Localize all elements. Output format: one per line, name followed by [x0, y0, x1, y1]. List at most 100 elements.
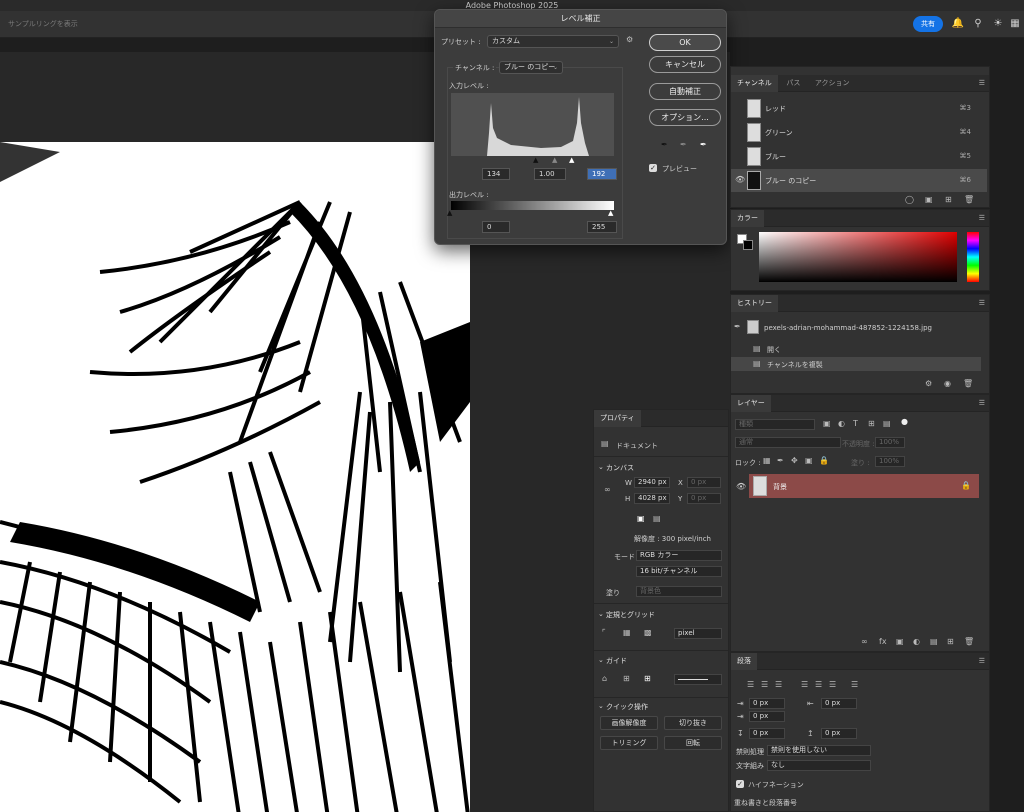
trash-icon[interactable]: 🗑 — [963, 379, 973, 388]
input-slider-track[interactable]: ▲ ▲ ▲ — [451, 156, 614, 164]
panel-menu-icon[interactable]: ☰ — [979, 79, 985, 87]
share-button[interactable]: 共有 — [913, 16, 943, 32]
hue-slider[interactable] — [967, 232, 979, 282]
channel-row-green[interactable]: グリーン ⌘4 — [731, 121, 987, 144]
hyphenation-checkbox[interactable]: ✓ — [736, 780, 744, 788]
input-black-field[interactable]: 134 — [482, 168, 510, 180]
output-white-slider[interactable]: ▲ — [608, 209, 613, 217]
input-black-slider[interactable]: ▲ — [533, 156, 538, 164]
gray-eyedropper-icon[interactable]: ✒ — [680, 140, 687, 149]
workspace-icon[interactable]: ▦ — [1008, 17, 1022, 31]
input-white-slider[interactable]: ▲ — [569, 156, 574, 164]
snapshot-name[interactable]: pexels-adrian-mohammad-487852-1224158.jp… — [764, 324, 932, 332]
panel-menu-icon[interactable]: ☰ — [979, 399, 985, 407]
filter-smart-icon[interactable]: ▤ — [883, 419, 891, 428]
channel-row-red[interactable]: レッド ⌘3 — [731, 97, 987, 120]
lock-position-icon[interactable]: ✥ — [791, 456, 798, 465]
rotate-button[interactable]: 回転 — [664, 736, 722, 750]
layer-filter-select[interactable]: 種類 — [735, 419, 815, 430]
ruler-chevron-icon[interactable]: ⌄ — [598, 610, 604, 618]
filter-toggle-icon[interactable]: ● — [901, 417, 908, 426]
x-field[interactable]: 0 px — [687, 477, 721, 488]
output-white-field[interactable]: 255 — [587, 221, 617, 233]
align-left-icon[interactable]: ☰ — [747, 680, 754, 689]
output-black-field[interactable]: 0 — [482, 221, 510, 233]
kinsoku-select[interactable]: 禁則を使用しない — [767, 745, 871, 756]
eye-icon[interactable]: 👁 — [736, 482, 746, 491]
channel-select[interactable]: ブルー のコピー ⌄ — [499, 61, 563, 74]
input-gamma-field[interactable]: 1.00 — [534, 168, 566, 180]
filter-shape-icon[interactable]: ⊞ — [868, 419, 875, 428]
input-white-field[interactable]: 192 — [587, 168, 617, 180]
bell-icon[interactable]: 🔔 — [951, 17, 965, 31]
guide-section-title[interactable]: ガイド — [606, 656, 627, 666]
channel-row-blue[interactable]: ブルー ⌘5 — [731, 145, 987, 168]
space-after-field[interactable]: 0 px — [821, 728, 857, 739]
link-icon[interactable]: ∞ — [604, 485, 611, 494]
canvas-section-title[interactable]: カンバス — [606, 463, 634, 473]
history-item-selected[interactable]: ▤ チャンネルを複製 — [731, 357, 981, 371]
auto-button[interactable]: 自動補正 — [649, 83, 721, 100]
layer-name[interactable]: 背景 — [773, 482, 787, 492]
fill-select[interactable]: 背景色 — [636, 586, 722, 597]
grid-icon[interactable]: ▦ — [623, 628, 631, 637]
preview-checkbox[interactable]: ✓ — [649, 164, 657, 172]
channel-row-blue-copy[interactable]: 👁 ブルー のコピー ⌘6 — [731, 169, 987, 192]
history-item[interactable]: ▤ 開く — [731, 342, 981, 356]
filter-type-icon[interactable]: T — [853, 419, 858, 428]
panel-menu-icon[interactable]: ☰ — [979, 214, 985, 222]
load-selection-icon[interactable]: ◯ — [905, 195, 914, 204]
ruler-section-title[interactable]: 定規とグリッド — [606, 610, 655, 620]
opacity-field[interactable]: 100% — [875, 437, 905, 448]
tab-color[interactable]: カラー — [731, 210, 764, 227]
indent-right-field[interactable]: 0 px — [821, 698, 857, 709]
pixel-grid-icon[interactable]: ▩ — [644, 628, 652, 637]
cancel-button[interactable]: キャンセル — [649, 56, 721, 73]
background-swatch[interactable] — [743, 240, 753, 250]
image-size-button[interactable]: 画像解像度 — [600, 716, 658, 730]
tab-actions[interactable]: アクション — [809, 75, 856, 92]
guide-new-icon[interactable]: ⊞ — [644, 674, 651, 683]
new-channel-icon[interactable]: ⊞ — [945, 195, 952, 204]
quick-chevron-icon[interactable]: ⌄ — [598, 702, 604, 710]
indent-left-field[interactable]: 0 px — [749, 698, 785, 709]
layer-row-background[interactable]: 背景 🔒 — [749, 474, 979, 498]
panel-menu-icon[interactable]: ☰ — [979, 657, 985, 665]
space-before-field[interactable]: 0 px — [749, 728, 785, 739]
trash-icon[interactable]: 🗑 — [964, 637, 974, 646]
align-center-icon[interactable]: ☰ — [761, 680, 768, 689]
eye-icon[interactable]: 👁 — [735, 175, 745, 184]
quick-section-title[interactable]: クイック操作 — [606, 702, 648, 712]
crop-button[interactable]: 切り抜き — [664, 716, 722, 730]
mode-select[interactable]: RGB カラー — [636, 550, 722, 561]
portrait-orientation-icon[interactable]: ▣ — [637, 514, 645, 523]
tab-paragraph[interactable]: 段落 — [731, 653, 757, 670]
white-eyedropper-icon[interactable]: ✒ — [700, 140, 707, 149]
options-hint[interactable]: サンプルリングを表示 — [8, 19, 78, 29]
fill-field[interactable]: 100% — [875, 456, 905, 467]
height-field[interactable]: 4028 px — [634, 493, 670, 504]
panel-menu-icon[interactable]: ☰ — [979, 299, 985, 307]
input-gamma-slider[interactable]: ▲ — [552, 156, 557, 164]
color-field[interactable] — [759, 232, 957, 282]
blend-mode-select[interactable]: 通常 — [735, 437, 841, 448]
camera-icon[interactable]: ◉ — [944, 379, 951, 388]
justify-all-icon[interactable]: ☰ — [851, 680, 858, 689]
canvas-chevron-icon[interactable]: ⌄ — [598, 463, 604, 471]
trim-button[interactable]: トリミング — [600, 736, 658, 750]
lock-transparency-icon[interactable]: ▦ — [763, 456, 771, 465]
output-black-slider[interactable]: ▲ — [447, 209, 452, 217]
black-eyedropper-icon[interactable]: ✒ — [661, 140, 668, 149]
width-field[interactable]: 2940 px — [634, 477, 670, 488]
lock-icon[interactable]: 🔒 — [961, 481, 971, 490]
link-layers-icon[interactable]: ∞ — [861, 637, 868, 646]
lock-pixels-icon[interactable]: ✒ — [777, 456, 784, 465]
align-right-icon[interactable]: ☰ — [775, 680, 782, 689]
levels-dialog[interactable]: レベル補正 プリセット : カスタム ⌄ ⚙ チャンネル : ブルー のコピー … — [434, 9, 727, 245]
indent-first-line-field[interactable]: 0 px — [749, 711, 785, 722]
bit-depth-select[interactable]: 16 bit/チャンネル — [636, 566, 722, 577]
search-icon[interactable]: ⚲ — [971, 17, 985, 31]
gear-icon[interactable]: ⚙ — [626, 35, 633, 44]
new-document-from-state-icon[interactable]: ⚙ — [925, 379, 932, 388]
lock-artboard-icon[interactable]: ▣ — [805, 456, 813, 465]
